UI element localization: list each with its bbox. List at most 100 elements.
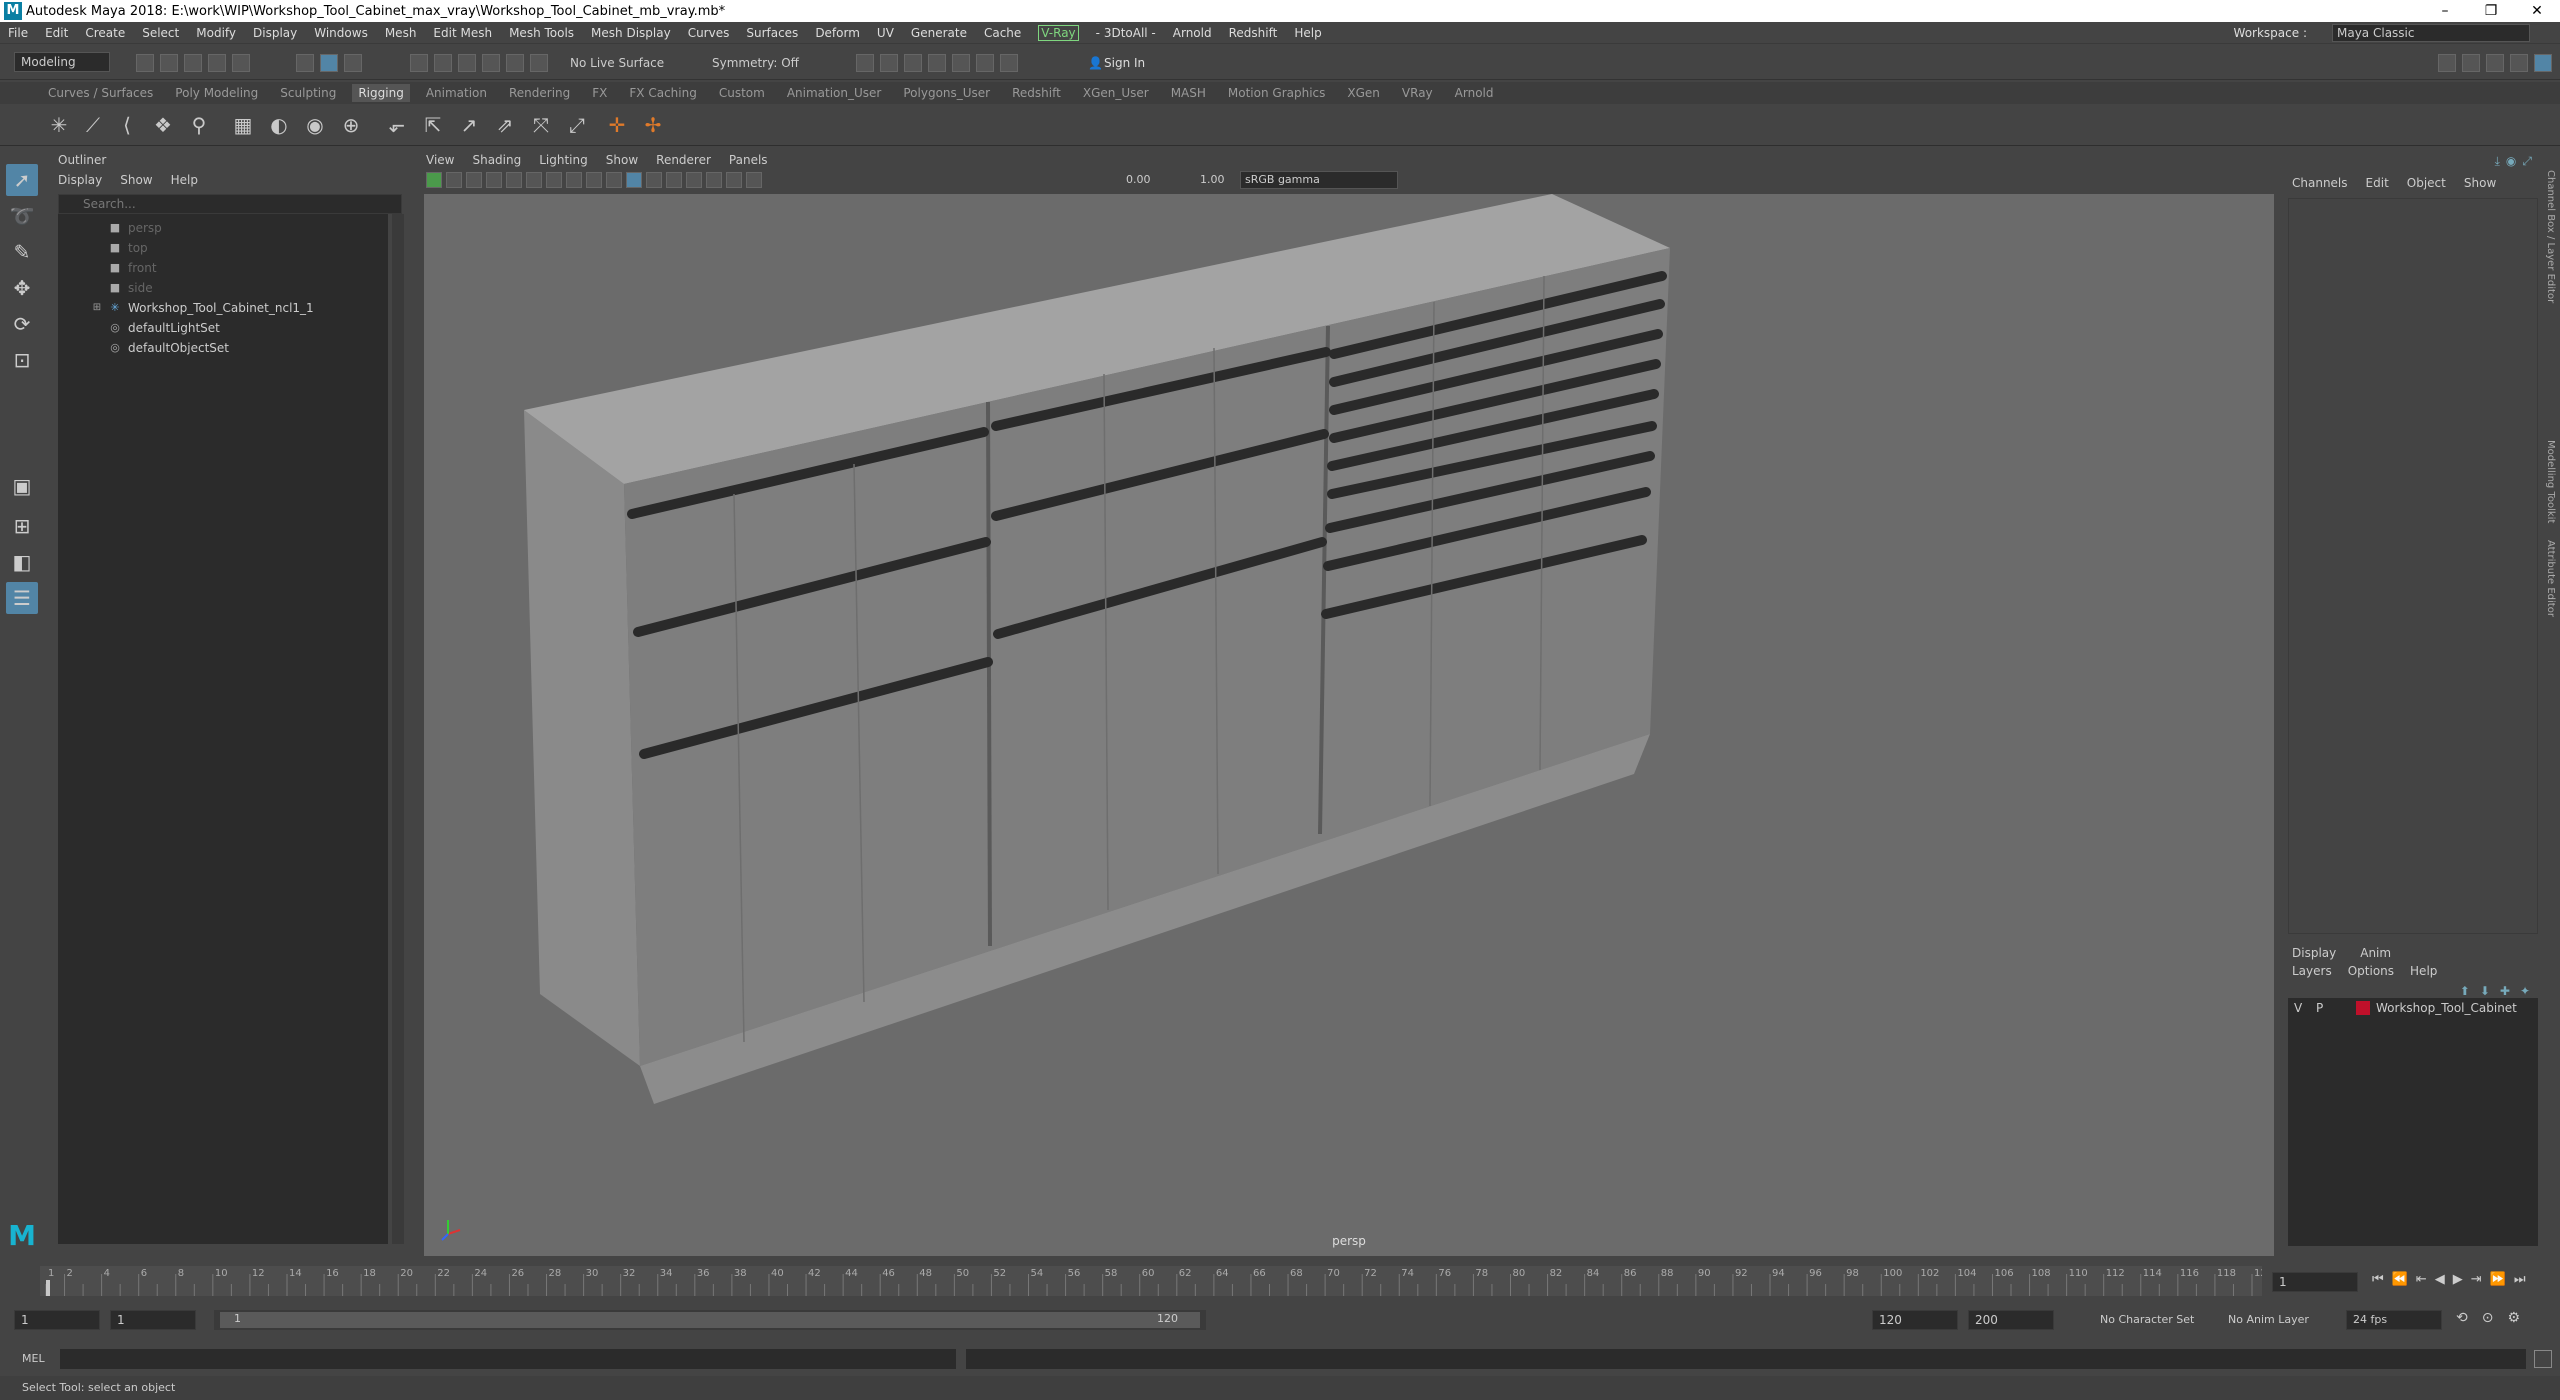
close-button[interactable]: ✕ [2514,0,2560,22]
step-back-key-icon[interactable]: ⏪ [2392,1272,2408,1287]
gate-mask-icon[interactable] [566,172,582,188]
wireframe-icon[interactable] [606,172,622,188]
move-tool-icon[interactable]: ✥ [6,272,38,304]
perspective-view[interactable]: persp [424,194,2274,1256]
snap-point-icon[interactable] [458,54,476,72]
camera-attributes-icon[interactable] [446,172,462,188]
cluster-handle-icon[interactable]: ✢ [640,112,666,138]
paint-select-tool-icon[interactable]: ✎ [6,236,38,268]
attribute-editor-toggle-icon[interactable] [2462,54,2480,72]
shelf-tab-animation[interactable]: Animation [426,86,487,100]
render-view-icon[interactable] [952,54,970,72]
menu-3dtoall[interactable]: - 3DtoAll - [1096,26,1156,40]
viewport-menu-shading[interactable]: Shading [472,150,521,170]
shelf-tab-sculpting[interactable]: Sculpting [280,86,336,100]
expand-icon[interactable]: ◉ [2506,154,2516,169]
menu-file[interactable]: File [8,26,28,40]
constraint-scale-icon[interactable]: ⇗ [492,112,518,138]
step-forward-frame-icon[interactable]: ⇥ [2471,1272,2482,1287]
modeling-toolkit-toggle-icon[interactable] [2438,54,2456,72]
side-tab-modelling-toolkit[interactable]: Modelling Toolkit [2545,440,2556,523]
menu-mesh-display[interactable]: Mesh Display [591,26,671,40]
scale-tool-icon[interactable]: ⊡ [6,344,38,376]
timeline-ruler[interactable]: 1 2 4 6 8 10 12 14 16 18 20 22 24 26 28 30 32 34 36 38 40 42 4… [40,1266,2262,1296]
lasso-tool-icon[interactable]: ➰ [6,200,38,232]
shelf-tab-redshift[interactable]: Redshift [1012,86,1061,100]
layer-visibility-toggle[interactable]: V [2294,998,2316,1018]
viewport-menu-view[interactable]: View [426,150,454,170]
undo-icon[interactable] [208,54,226,72]
restore-button[interactable]: ❐ [2468,0,2514,22]
pin-icon[interactable]: ⤓ [2495,154,2500,169]
auto-key-icon[interactable]: ⊙ [2482,1310,2494,1326]
constraint-aim-icon[interactable]: ⤧ [528,112,554,138]
outliner-search-input[interactable]: Search... [58,194,402,214]
object-mode-icon[interactable] [320,54,338,72]
menu-mesh-tools[interactable]: Mesh Tools [509,26,574,40]
hierarchy-mode-icon[interactable] [296,54,314,72]
character-set-dropdown[interactable]: No Character Set [2100,1313,2194,1326]
menu-edit-mesh[interactable]: Edit Mesh [433,26,492,40]
range-slider-handle[interactable]: 1 120 [220,1312,1200,1328]
textured-icon[interactable] [646,172,662,188]
render-frame-icon[interactable] [856,54,874,72]
menu-display[interactable]: Display [253,26,297,40]
scene-start-field[interactable]: 1 [14,1310,100,1330]
new-scene-icon[interactable] [136,54,154,72]
lock-icon[interactable]: ⤢ [2522,154,2532,169]
menu-create[interactable]: Create [85,26,125,40]
rotate-tool-icon[interactable]: ⟳ [6,308,38,340]
outliner-layout-icon[interactable]: ☰ [6,582,38,614]
expand-icon[interactable]: ⊞ [88,298,106,318]
channel-box-toggle-icon[interactable] [2510,54,2528,72]
outliner-item[interactable]: ⊞ ✳ Workshop_Tool_Cabinet_ncl1_1 [88,298,388,318]
shelf-tab-fx-caching[interactable]: FX Caching [629,86,696,100]
fps-dropdown[interactable]: 24 fps [2346,1310,2442,1330]
vray-render-icon[interactable] [976,54,994,72]
snap-view-icon[interactable] [482,54,500,72]
select-tool-icon[interactable]: ➚ [6,164,38,196]
snap-vertex-icon[interactable] [530,54,548,72]
viewport-menu-show[interactable]: Show [606,150,638,170]
new-layer-selected-icon[interactable]: ✦ [2520,984,2530,998]
shelf-tab-custom[interactable]: Custom [719,86,765,100]
resolution-gate-icon[interactable] [546,172,562,188]
open-scene-icon[interactable] [160,54,178,72]
select-camera-icon[interactable] [426,172,442,188]
outliner-menu-show[interactable]: Show [120,170,152,190]
menu-surfaces[interactable]: Surfaces [746,26,798,40]
wrap-deformer-icon[interactable]: ⊕ [338,112,364,138]
persp-outliner-layout-icon[interactable]: ◧ [6,546,38,578]
menu-uv[interactable]: UV [877,26,894,40]
constraint-pole-icon[interactable]: ⤢ [564,112,590,138]
minimize-button[interactable]: – [2422,0,2468,22]
menu-help[interactable]: Help [1294,26,1321,40]
current-time-indicator[interactable] [46,1280,50,1296]
outliner-item[interactable]: ◎ defaultObjectSet [88,338,388,358]
constraint-orient-icon[interactable]: ↗ [456,112,482,138]
menu-arnold[interactable]: Arnold [1173,26,1212,40]
layer-menu-options[interactable]: Options [2348,964,2394,978]
layer-tab-anim[interactable]: Anim [2360,946,2391,960]
move-layer-up-icon[interactable]: ⬆ [2460,984,2470,998]
menu-edit[interactable]: Edit [45,26,68,40]
four-view-layout-icon[interactable]: ⊞ [6,510,38,542]
script-editor-icon[interactable] [2534,1350,2552,1368]
command-input[interactable] [60,1349,956,1369]
shelf-tab-rendering[interactable]: Rendering [509,86,570,100]
scene-end-field[interactable]: 200 [1968,1310,2054,1330]
menu-generate[interactable]: Generate [911,26,967,40]
layer-color-swatch[interactable] [2356,1001,2370,1015]
outliner-menu-display[interactable]: Display [58,170,102,190]
constraint-point-icon[interactable]: ⇱ [420,112,446,138]
anim-layer-dropdown[interactable]: No Anim Layer [2228,1313,2309,1326]
ipr-render-icon[interactable] [880,54,898,72]
shelf-tab-xgen-user[interactable]: XGen_User [1083,86,1149,100]
viewport-menu-panels[interactable]: Panels [729,150,768,170]
side-tab-channel-box-layer-editor[interactable]: Channel Box / Layer Editor [2545,170,2556,303]
hypershade-icon[interactable] [928,54,946,72]
cluster-icon[interactable]: ◐ [266,112,292,138]
shelf-tab-vray[interactable]: VRay [1402,86,1433,100]
pause-render-icon[interactable] [1000,54,1018,72]
film-gate-icon[interactable] [526,172,542,188]
